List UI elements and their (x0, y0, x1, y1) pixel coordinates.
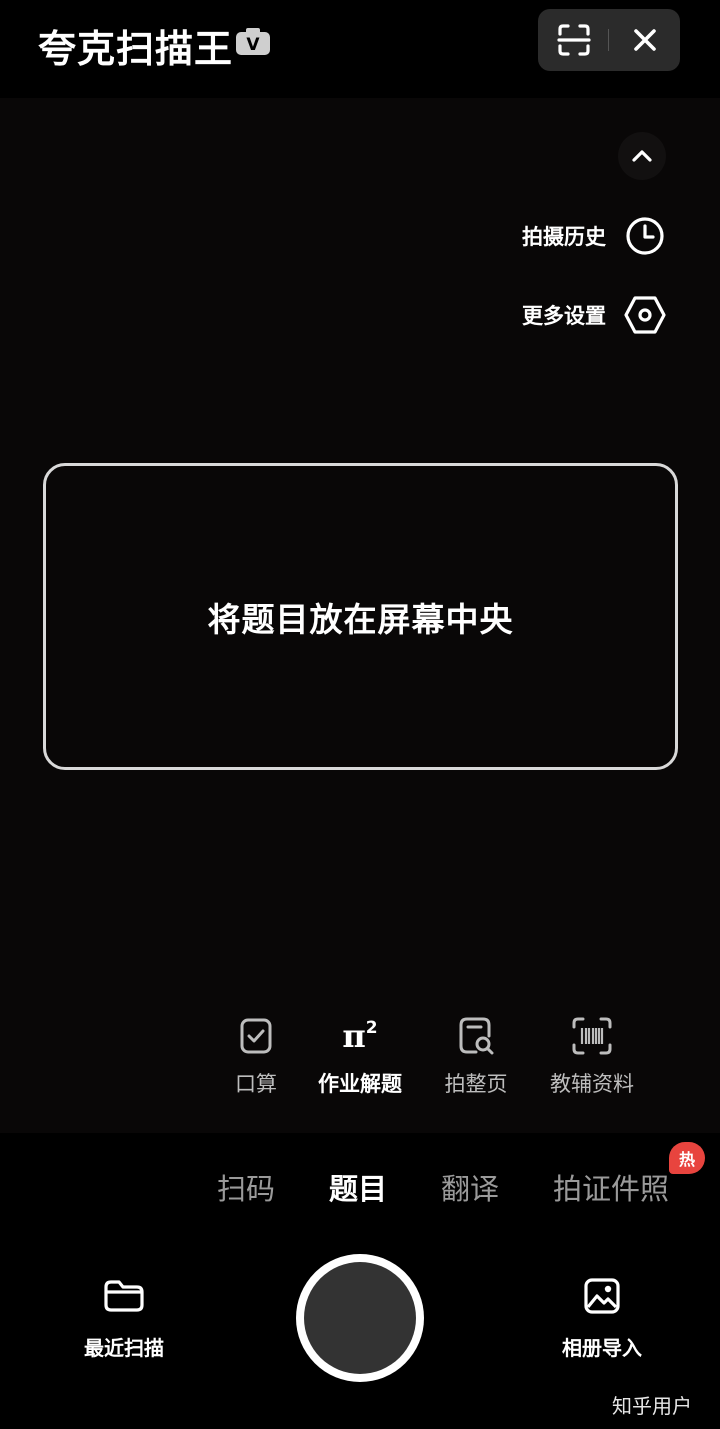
pi-squared-icon: π2 (342, 1017, 378, 1055)
tab-id-photo[interactable]: 拍证件照 (553, 1166, 669, 1208)
submode-homework[interactable]: π2 作业解题 (300, 1012, 420, 1102)
scan-hint: 将题目放在屏幕中央 (207, 599, 514, 639)
submode-label: 教辅资料 (550, 1072, 634, 1096)
hexagon-settings-icon (624, 296, 666, 334)
hot-badge: 热 (669, 1142, 705, 1174)
clock-icon (626, 217, 664, 255)
collapse-button[interactable] (618, 132, 666, 180)
more-settings-button[interactable]: 更多设置 (522, 294, 666, 336)
chevron-up-icon (632, 150, 652, 162)
page-search-icon (459, 1017, 494, 1055)
submode-mental-math[interactable]: 口算 (218, 1012, 294, 1102)
recent-scans-button[interactable]: 最近扫描 (70, 1272, 178, 1361)
image-icon (584, 1278, 620, 1314)
shutter-button[interactable] (296, 1254, 424, 1382)
tab-question[interactable]: 题目 (329, 1166, 387, 1208)
shooting-history-button[interactable]: 拍摄历史 (522, 215, 666, 257)
folder-icon (104, 1280, 144, 1312)
barcode-scan-icon (572, 1017, 612, 1055)
submode-label: 作业解题 (318, 1072, 402, 1096)
scan-frame: 将题目放在屏幕中央 (43, 463, 678, 770)
submode-label: 拍整页 (444, 1072, 508, 1096)
top-actions-pill (538, 9, 680, 71)
more-settings-label: 更多设置 (522, 304, 606, 328)
shooting-history-label: 拍摄历史 (522, 225, 606, 249)
album-import-label: 相册导入 (562, 1336, 642, 1360)
recent-scans-label: 最近扫描 (84, 1336, 164, 1360)
submode-full-page[interactable]: 拍整页 (426, 1012, 526, 1102)
close-button[interactable] (609, 9, 680, 71)
top-bar: 夸克扫描王 V (0, 0, 720, 98)
submode-study-materials[interactable]: 教辅资料 (536, 1012, 648, 1102)
album-import-button[interactable]: 相册导入 (548, 1272, 656, 1361)
check-document-icon (240, 1018, 272, 1054)
app-title: 夸克扫描王 (38, 27, 234, 71)
shutter-inner (304, 1262, 416, 1374)
tab-translate[interactable]: 翻译 (441, 1166, 499, 1208)
watermark-text: 知乎用户 (612, 1394, 692, 1418)
scan-frame-icon (556, 24, 591, 56)
tab-scan-code[interactable]: 扫码 (217, 1166, 275, 1208)
vip-badge-icon: V (236, 28, 270, 55)
submode-label: 口算 (235, 1072, 277, 1096)
scan-mode-button[interactable] (538, 9, 609, 71)
close-icon (633, 29, 656, 51)
vip-badge-text: V (246, 35, 260, 55)
